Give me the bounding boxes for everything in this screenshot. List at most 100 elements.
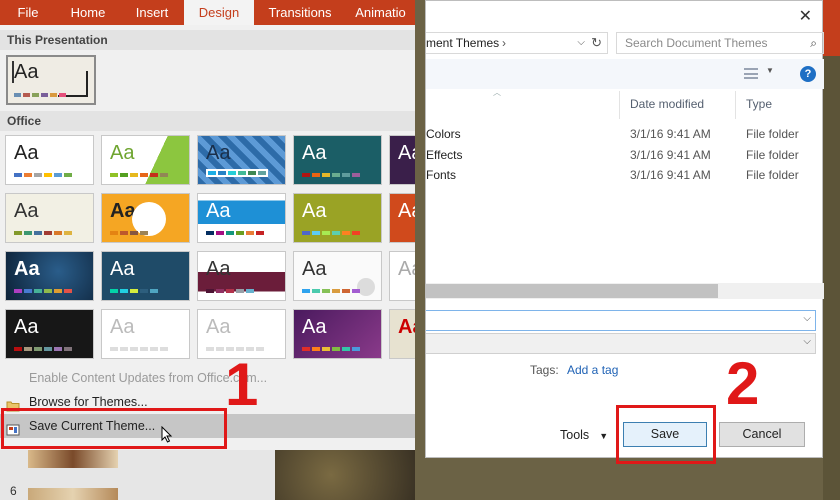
highlight-box-save-theme xyxy=(1,408,227,449)
column-divider[interactable] xyxy=(619,91,620,119)
theme-color-swatches xyxy=(302,347,360,351)
theme-color-swatches xyxy=(206,231,264,235)
tags-label: Tags: xyxy=(530,363,559,377)
theme-color-swatches xyxy=(302,173,360,177)
theme-color-swatches xyxy=(302,231,360,235)
save-theme-dialog: ✕ ment Themes › ⌵ ↻ Search Document Them… xyxy=(425,0,824,458)
file-name: Fonts xyxy=(426,168,457,182)
theme-color-swatches xyxy=(14,93,66,97)
theme-sample-text: Aa xyxy=(110,142,135,164)
search-input[interactable]: Search Document Themes ⌕ xyxy=(616,32,824,54)
view-options-icon[interactable] xyxy=(744,68,758,79)
tab-design[interactable]: Design xyxy=(184,0,254,25)
theme-circuit[interactable]: Aa xyxy=(101,251,190,301)
theme-color-swatches xyxy=(206,289,254,293)
chevron-right-icon: › xyxy=(502,36,506,50)
theme-sample-text: Aa xyxy=(206,200,231,222)
file-row-effects[interactable]: Effects 3/1/16 9:41 AM File folder xyxy=(426,145,824,165)
highlight-box-save-button xyxy=(616,405,716,464)
theme-celestial[interactable]: Aa xyxy=(5,251,94,301)
enable-content-updates-item[interactable]: Enable Content Updates from Office.com..… xyxy=(0,366,415,390)
theme-sample-text: Aa xyxy=(14,316,39,338)
theme-partial-2[interactable]: Aa xyxy=(389,193,415,243)
file-name-field[interactable]: ⌵ xyxy=(426,310,816,331)
theme-dividend[interactable]: Aa xyxy=(197,251,286,301)
refresh-icon[interactable]: ↻ xyxy=(591,33,602,53)
theme-retrospect[interactable]: Aa xyxy=(101,193,190,243)
theme-sample-text: Aa xyxy=(14,258,40,280)
theme-color-swatches xyxy=(110,347,168,351)
theme-blank-1[interactable]: Aa xyxy=(101,309,190,359)
tab-file[interactable]: File xyxy=(0,0,56,25)
theme-sample-text: Aa xyxy=(14,200,39,222)
file-row-fonts[interactable]: Fonts 3/1/16 9:41 AM File folder xyxy=(426,165,824,185)
horizontal-scrollbar[interactable] xyxy=(426,283,824,299)
search-placeholder: Search Document Themes xyxy=(625,36,768,50)
current-theme-thumbnail[interactable]: Aa xyxy=(6,55,96,105)
theme-color-swatches xyxy=(110,289,158,293)
this-presentation-heading: This Presentation xyxy=(0,30,415,50)
theme-office[interactable]: Aa xyxy=(5,135,94,185)
theme-sample-text: Aa xyxy=(302,316,327,338)
file-type: File folder xyxy=(746,127,799,141)
chevron-down-icon[interactable]: ▼ xyxy=(766,66,774,75)
caret-down-icon: ▼ xyxy=(599,431,609,441)
tab-insert[interactable]: Insert xyxy=(120,0,184,25)
theme-sample-text: Aa xyxy=(302,142,327,164)
theme-partial-1[interactable]: Aa xyxy=(389,135,415,185)
help-icon[interactable]: ? xyxy=(800,66,816,82)
tools-menu-button[interactable]: Tools ▼ xyxy=(560,428,608,442)
theme-droplet[interactable]: Aa xyxy=(293,251,382,301)
theme-partial-3[interactable]: Aa xyxy=(389,251,415,301)
theme-wisp[interactable]: Aa xyxy=(293,193,382,243)
theme-integral[interactable]: Aa xyxy=(197,135,286,185)
tab-animations[interactable]: Animatio xyxy=(346,0,415,25)
theme-sample-text: Aa xyxy=(302,200,327,222)
slide-thumbnail[interactable] xyxy=(28,450,118,468)
column-date-modified[interactable]: Date modified xyxy=(630,97,704,111)
slides-area: 6 xyxy=(0,450,415,500)
theme-main-event[interactable]: Aa xyxy=(5,309,94,359)
powerpoint-window: File Home Insert Design Transitions Anim… xyxy=(0,0,415,500)
scrollbar-thumb[interactable] xyxy=(426,284,718,298)
browse-for-themes-label: Browse for Themes... xyxy=(29,395,148,409)
slide-thumbnail[interactable] xyxy=(28,488,118,500)
column-divider[interactable] xyxy=(735,91,736,119)
theme-ion-boardroom[interactable]: Aa xyxy=(293,135,382,185)
theme-color-swatches xyxy=(110,173,168,177)
theme-color-swatches xyxy=(14,289,72,293)
theme-color-swatches xyxy=(14,347,72,351)
step-number-1: 1 xyxy=(225,351,259,418)
chevron-down-icon[interactable]: ⌵ xyxy=(577,33,585,53)
tab-transitions[interactable]: Transitions xyxy=(254,0,346,25)
address-path: ment Themes xyxy=(426,36,500,50)
slide-number: 6 xyxy=(10,484,17,498)
theme-slice[interactable]: Aa xyxy=(197,193,286,243)
file-name: Effects xyxy=(426,148,463,162)
chevron-down-icon[interactable]: ⌵ xyxy=(803,336,811,347)
add-tag-link[interactable]: Add a tag xyxy=(567,363,618,377)
theme-sample-text: Aa xyxy=(398,258,415,280)
ribbon-tabs: File Home Insert Design Transitions Anim… xyxy=(0,0,415,25)
office-heading: Office xyxy=(0,111,415,131)
theme-color-swatches xyxy=(206,169,268,177)
sort-ascending-icon: ︿ xyxy=(493,88,501,97)
theme-sample-text: Aa xyxy=(398,142,415,164)
theme-sample-text: Aa xyxy=(206,316,231,338)
file-row-colors[interactable]: Colors 3/1/16 9:41 AM File folder xyxy=(426,124,824,144)
close-icon[interactable]: ✕ xyxy=(799,6,812,26)
editor-canvas xyxy=(140,450,275,500)
theme-vapor-trail[interactable]: Aa xyxy=(293,309,382,359)
address-bar[interactable]: ment Themes › ⌵ ↻ xyxy=(426,32,608,54)
slide-thumbnails-panel: 6 xyxy=(0,450,140,500)
theme-organic[interactable]: Aa xyxy=(5,193,94,243)
column-type[interactable]: Type xyxy=(746,97,772,111)
theme-sample-text: Aa xyxy=(206,142,231,164)
step-number-2: 2 xyxy=(726,350,760,417)
theme-color-swatches xyxy=(302,289,360,293)
theme-partial-4[interactable]: Aa xyxy=(389,309,415,359)
cancel-button[interactable]: Cancel xyxy=(719,422,805,447)
theme-facet[interactable]: Aa xyxy=(101,135,190,185)
chevron-down-icon[interactable]: ⌵ xyxy=(803,313,811,324)
tab-home[interactable]: Home xyxy=(56,0,120,25)
